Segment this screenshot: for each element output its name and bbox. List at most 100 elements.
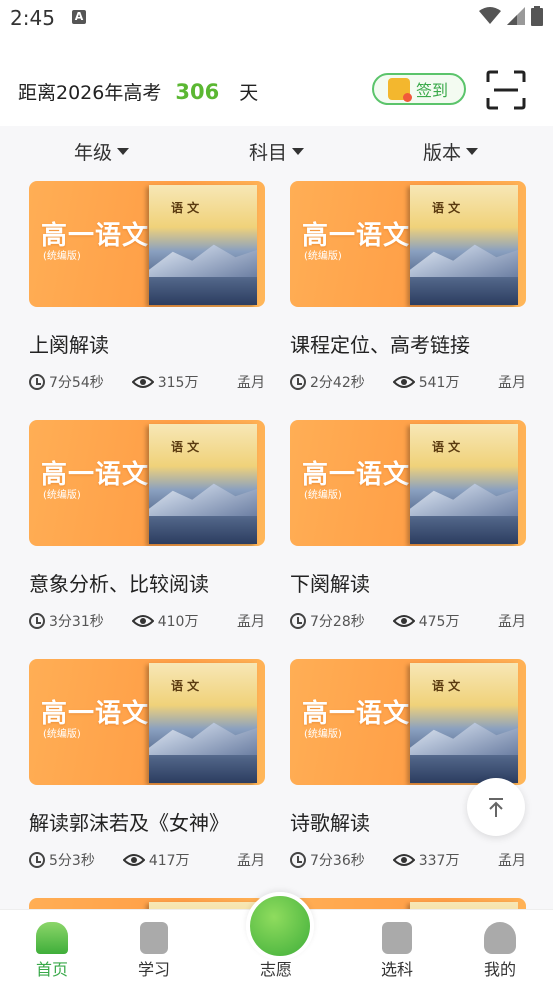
video-card[interactable]: 高一语文 (统编版) 语 文解读郭沫若及《女神》 5分3秒 417万 孟月 <box>29 659 265 870</box>
video-thumbnail[interactable]: 高一语文(统编版)语 文 <box>290 898 526 909</box>
video-card[interactable]: 高一语文 (统编版) 语 文下阕解读 7分28秒 475万 孟月 <box>290 420 526 631</box>
eye-icon <box>131 614 155 628</box>
nav-profile[interactable]: 我的 <box>450 910 550 980</box>
card-title[interactable]: 课程定位、高考链接 <box>290 329 526 358</box>
filter-grade[interactable]: 年级 <box>74 138 130 165</box>
video-thumbnail[interactable]: 高一语文(统编版)语 文 <box>29 898 265 909</box>
filter-label: 年级 <box>74 142 113 164</box>
book-icon <box>140 922 168 954</box>
card-meta: 2分42秒 541万 孟月 <box>290 372 526 392</box>
video-card[interactable]: 高一语文 (统编版) 语 文上阕解读 7分54秒 315万 孟月 <box>29 181 265 392</box>
duration: 3分31秒 <box>49 614 104 630</box>
profile-icon <box>484 922 516 954</box>
author: 孟月 <box>237 375 265 391</box>
subject-select-icon <box>382 922 412 954</box>
author: 孟月 <box>498 853 526 869</box>
status-icons <box>479 6 543 26</box>
status-time: 2:45 <box>10 6 55 30</box>
video-thumbnail[interactable]: 高一语文(统编版)语 文 <box>290 181 526 307</box>
nav-label: 选科 <box>380 960 413 979</box>
author: 孟月 <box>498 614 526 630</box>
textbook-cover: 语 文 <box>149 902 257 909</box>
duration: 2分42秒 <box>310 375 365 391</box>
view-count: 410万 <box>157 614 199 630</box>
duration: 7分54秒 <box>49 375 104 391</box>
dropdown-arrow-icon <box>292 148 305 155</box>
checkin-button[interactable]: 签到 <box>372 73 466 105</box>
duration: 5分3秒 <box>49 853 95 869</box>
bottom-nav: 首页 学习 志愿 选科 我的 <box>0 892 553 985</box>
notification-icon: A <box>72 10 86 24</box>
video-thumbnail[interactable]: 高一语文(统编版)语 文 <box>290 659 526 785</box>
card-title[interactable]: 解读郭沫若及《女神》 <box>29 807 265 836</box>
eye-icon <box>392 614 416 628</box>
countdown-suffix: 天 <box>239 82 259 104</box>
book-title: 语 文 <box>171 201 200 215</box>
textbook-cover: 语 文 <box>149 185 257 305</box>
video-card[interactable]: 高一语文(统编版)语 文 <box>290 898 526 909</box>
video-thumbnail[interactable]: 高一语文(统编版)语 文 <box>29 420 265 546</box>
author: 孟月 <box>237 853 265 869</box>
mountain-image <box>410 483 518 516</box>
book-title: 语 文 <box>432 440 461 454</box>
filter-label: 科目 <box>249 142 288 164</box>
filter-subject[interactable]: 科目 <box>249 138 305 165</box>
card-title[interactable]: 下阕解读 <box>290 568 526 597</box>
scan-icon[interactable] <box>486 70 526 110</box>
book-title: 语 文 <box>171 440 200 454</box>
signal-icon <box>507 7 525 25</box>
card-meta: 7分36秒 337万 孟月 <box>290 850 526 870</box>
textbook-cover: 语 文 <box>149 424 257 544</box>
thumbnail-edition: (统编版) <box>304 490 342 501</box>
video-card[interactable]: 高一语文 (统编版) 语 文诗歌解读 7分36秒 337万 孟月 <box>290 659 526 870</box>
nav-label: 学习 <box>137 960 170 979</box>
video-thumbnail[interactable]: 高一语文(统编版)语 文 <box>29 659 265 785</box>
volunteer-icon[interactable] <box>246 892 314 960</box>
card-meta: 7分28秒 475万 孟月 <box>290 611 526 631</box>
thumbnail-edition: (统编版) <box>304 729 342 740</box>
mountain-image <box>149 483 257 516</box>
author: 孟月 <box>498 375 526 391</box>
thumbnail-edition: (统编版) <box>43 729 81 740</box>
calendar-icon <box>388 78 412 102</box>
video-card[interactable]: 高一语文(统编版)语 文 <box>29 898 265 909</box>
mountain-image <box>149 244 257 277</box>
clock-icon <box>290 613 306 629</box>
back-to-top-button[interactable] <box>467 778 525 836</box>
filter-edition[interactable]: 版本 <box>423 138 479 165</box>
textbook-cover: 语 文 <box>410 663 518 783</box>
video-card[interactable]: 高一语文 (统编版) 语 文意象分析、比较阅读 3分31秒 410万 孟月 <box>29 420 265 631</box>
nav-study[interactable]: 学习 <box>104 910 204 980</box>
mountain-image <box>149 722 257 755</box>
thumbnail-edition: (统编版) <box>43 490 81 501</box>
header: 距离2026年高考 306 天 签到 <box>0 58 553 124</box>
eye-icon <box>131 375 155 389</box>
video-card[interactable]: 高一语文 (统编版) 语 文课程定位、高考链接 2分42秒 541万 孟月 <box>290 181 526 392</box>
view-count: 541万 <box>418 375 460 391</box>
duration: 7分28秒 <box>310 614 365 630</box>
author: 孟月 <box>237 614 265 630</box>
checkin-label: 签到 <box>416 81 449 100</box>
nav-home[interactable]: 首页 <box>2 910 102 980</box>
clock-icon <box>290 852 306 868</box>
view-count: 315万 <box>157 375 199 391</box>
mountain-image <box>410 244 518 277</box>
status-bar: 2:45 A <box>0 0 553 38</box>
dropdown-arrow-icon <box>466 148 479 155</box>
textbook-cover: 语 文 <box>149 663 257 783</box>
card-title[interactable]: 上阕解读 <box>29 329 265 358</box>
card-meta: 5分3秒 417万 孟月 <box>29 850 265 870</box>
book-title: 语 文 <box>171 679 200 693</box>
card-meta: 7分54秒 315万 孟月 <box>29 372 265 392</box>
thumbnail-edition: (统编版) <box>304 251 342 262</box>
card-title[interactable]: 意象分析、比较阅读 <box>29 568 265 597</box>
textbook-cover: 语 文 <box>410 424 518 544</box>
countdown-days: 306 <box>175 80 220 104</box>
video-thumbnail[interactable]: 高一语文(统编版)语 文 <box>29 181 265 307</box>
video-thumbnail[interactable]: 高一语文(统编版)语 文 <box>290 420 526 546</box>
card-meta: 3分31秒 410万 孟月 <box>29 611 265 631</box>
view-count: 475万 <box>418 614 460 630</box>
nav-label: 我的 <box>483 960 516 979</box>
nav-subject-select[interactable]: 选科 <box>347 910 447 980</box>
clock-icon <box>29 374 45 390</box>
